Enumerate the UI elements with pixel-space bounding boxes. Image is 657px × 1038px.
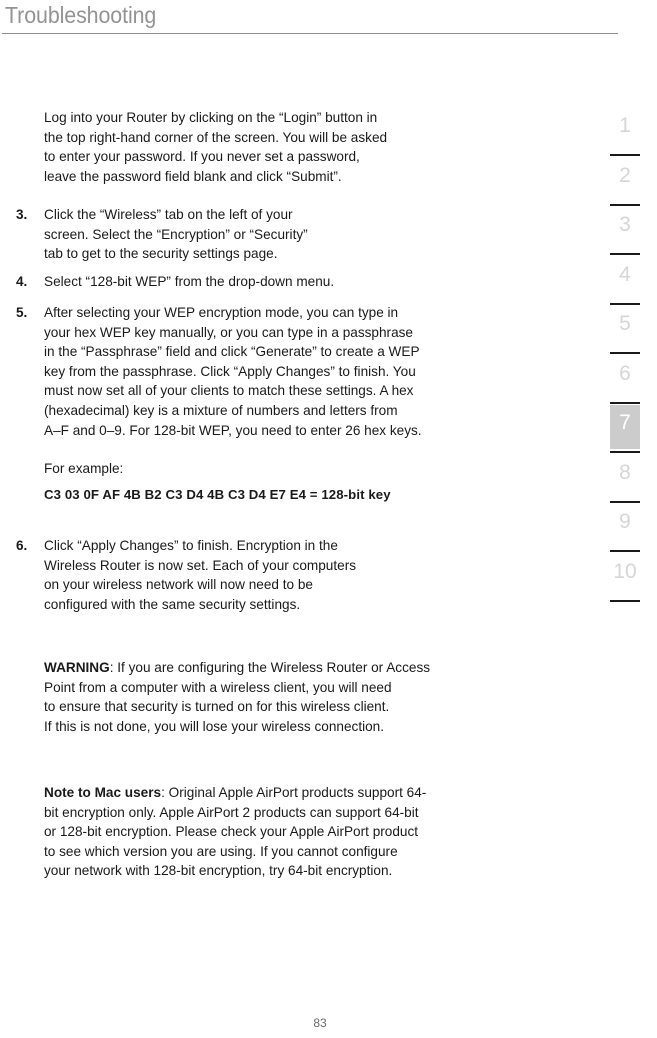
section-tab-label: 9 [619, 510, 631, 533]
section-tab-8[interactable]: 8 [610, 453, 657, 503]
mac-note: Note to Mac users: Original Apple AirPor… [44, 783, 589, 881]
section-tab-label: 1 [619, 114, 631, 137]
section-tab-label: 3 [619, 213, 631, 236]
warning-notice: WARNING: If you are configuring the Wire… [44, 658, 589, 736]
section-tab-1[interactable]: 1 [610, 106, 657, 156]
step-number: 4. [16, 274, 28, 289]
step-text: Click “Apply Changes” to finish. Encrypt… [44, 538, 357, 612]
example-hex-key: C3 03 0F AF 4B B2 C3 D4 4B C3 D4 E7 E4 =… [44, 487, 391, 502]
section-tab-divider [610, 599, 640, 602]
section-tab-label: 10 [613, 559, 637, 583]
step-number: 3. [16, 207, 28, 222]
step-text: After selecting your WEP encryption mode… [44, 305, 422, 438]
section-tab-9[interactable]: 9 [610, 502, 657, 552]
mac-note-label: Note to Mac users [44, 785, 162, 800]
section-tab-label: 8 [619, 460, 631, 484]
example-label: For example: [44, 461, 124, 476]
step-number: 6. [16, 538, 28, 553]
page-number: 83 [313, 1016, 327, 1030]
section-tab-label: 5 [619, 312, 631, 335]
page-title: Troubleshooting [5, 2, 157, 28]
step-text: Click the “Wireless” tab on the left of … [44, 207, 308, 262]
section-tab-5[interactable]: 5 [610, 304, 657, 354]
header-divider [2, 33, 618, 34]
step-number: 5. [16, 305, 28, 320]
section-tab-4[interactable]: 4 [610, 255, 657, 305]
warning-label: WARNING [44, 660, 110, 675]
section-index: 1 2 3 4 5 6 7 8 9 10 [610, 106, 657, 602]
section-tab-2[interactable]: 2 [610, 156, 657, 206]
section-tab-label: 2 [619, 163, 631, 187]
section-tab-label: 4 [619, 262, 631, 286]
section-tab-7[interactable]: 7 [610, 403, 657, 453]
intro-paragraph: Log into your Router by clicking on the … [44, 110, 388, 184]
page-header: Troubleshooting [0, 0, 657, 34]
section-tab-label: 7 [619, 411, 631, 434]
section-tab-10[interactable]: 10 [610, 552, 657, 602]
section-tab-label: 6 [619, 361, 631, 385]
section-tab-3[interactable]: 3 [610, 205, 657, 255]
step-text: Select “128-bit WEP” from the drop-down … [44, 274, 335, 289]
section-tab-6[interactable]: 6 [610, 354, 657, 404]
